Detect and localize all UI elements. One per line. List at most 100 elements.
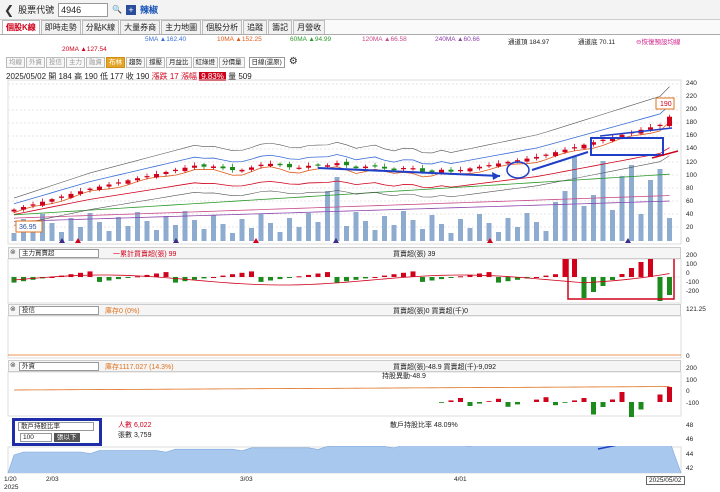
candle-body [581,144,587,149]
volume-bar [106,231,112,241]
foreign-bar [439,402,444,403]
candle-body [163,171,169,175]
volume-bar [87,213,93,241]
date-label: 3/03 [240,476,253,483]
volume-bar [458,219,463,241]
volume-bar [334,177,340,241]
main-force-bar [410,271,416,277]
volume-bar [429,215,435,241]
foreign-bar [610,399,615,402]
panel4-legend-2: 張數 3,759 [118,432,152,439]
main-force-bar [334,277,340,283]
volume-bar [543,231,549,241]
panel2-legend-2: 買賣超(張)0 買賣超(千)0 [393,308,469,315]
candle-body [667,116,672,127]
candle-body [78,191,83,194]
y-tick-label: 46 [686,436,694,444]
panel3-legend-1: 庫存1117.027 (14.3%) [105,364,174,371]
threshold-input[interactable]: 100 [20,433,52,442]
volume-bar [638,214,644,241]
main-force-bar [163,272,169,277]
volume-bar [182,211,188,241]
y-tick-label: 220 [686,93,697,101]
y-tick-label: 40 [686,210,694,218]
main-force-bar [154,273,159,277]
main-force-bar [657,277,663,301]
candle-body [553,152,558,156]
candle-body [59,196,64,198]
candle-body [40,201,45,206]
candle-body [154,174,159,178]
foreign-bar [553,402,558,406]
y-tick-label: 120 [686,158,697,166]
volume-bar [49,223,55,241]
main-force-bar [277,277,283,280]
panel1-selector[interactable]: 主力買賣超 [19,249,99,258]
y-tick-label: 200 [686,252,697,259]
y-tick-label: 0 [686,388,690,396]
y-tick-label: 80 [686,184,694,192]
candle-body [144,176,150,178]
y-tick-label: -100 [686,400,700,407]
panel2-legend-1: 庫存0 (0%) [105,308,140,315]
main-force-bar [287,277,292,278]
main-force-bar [505,277,511,282]
volume-bar [667,218,672,241]
main-force-bar [192,277,197,280]
candle-body [410,168,416,170]
volume-bar [220,224,226,241]
close-icon[interactable]: ⊗ [10,248,16,256]
volume-bar [562,191,568,241]
ma60-line [13,173,670,216]
candle-body [211,166,216,168]
candle-body [401,168,406,170]
volume-bar [325,191,330,241]
cumulative-line [13,273,670,286]
main-force-bar [562,259,568,277]
y-tick-label: 44 [686,450,694,458]
candle-body [524,158,530,162]
volume-bar [135,212,140,241]
volume-bar [211,215,216,241]
main-force-bar [372,277,378,278]
main-force-bar [619,274,625,277]
main-force-bar [382,275,387,277]
volume-bar [467,228,473,241]
main-force-bar [543,275,549,277]
foreign-bar [515,402,520,405]
main-force-bar [496,277,501,283]
foreign-bar [496,398,501,402]
volume-bar [439,224,444,241]
foreign-bar [657,394,663,402]
main-force-bar [591,277,596,292]
main-force-bar [534,277,539,278]
foreign-bar [629,402,634,417]
main-force-bar [429,277,435,281]
panel2-selector[interactable]: 投信 [19,306,99,315]
panel3-header: ⊗ 外資 庫存1117.027 (14.3%) 買賣超(張)-48.9 買賣超(… [8,360,681,372]
y-tick-label: 180 [686,119,697,127]
volume-bar [154,230,159,241]
panel1-header: ⊗ 主力買賣超 一累計買賣超(張) 99 買賣超(張) 39 [8,247,681,259]
low-marker-text: 36.95 [19,224,37,231]
volume-bar [610,210,615,241]
y-tick-label: 100 [686,171,697,179]
volume-bar [173,225,178,241]
panel4-selector[interactable]: 散戶持股比率 [18,422,94,431]
panel3-selector[interactable]: 外資 [19,362,99,371]
main-force-bar [344,277,349,282]
candle-body [287,163,292,168]
main-force-bar [97,277,102,282]
main-force-bar [420,277,425,282]
candle-body [363,166,368,169]
volume-bar [230,233,235,241]
volume-bar [315,222,321,241]
main-force-bar [249,271,254,277]
close-icon[interactable]: ⊗ [10,305,16,313]
close-icon[interactable]: ⊗ [10,361,16,369]
ma240-line [13,200,670,222]
threshold-suffix[interactable]: 張以下 [54,433,80,442]
foreign-bar [562,402,568,403]
ma5-line [13,105,670,205]
y-tick-label: 200 [686,365,697,372]
